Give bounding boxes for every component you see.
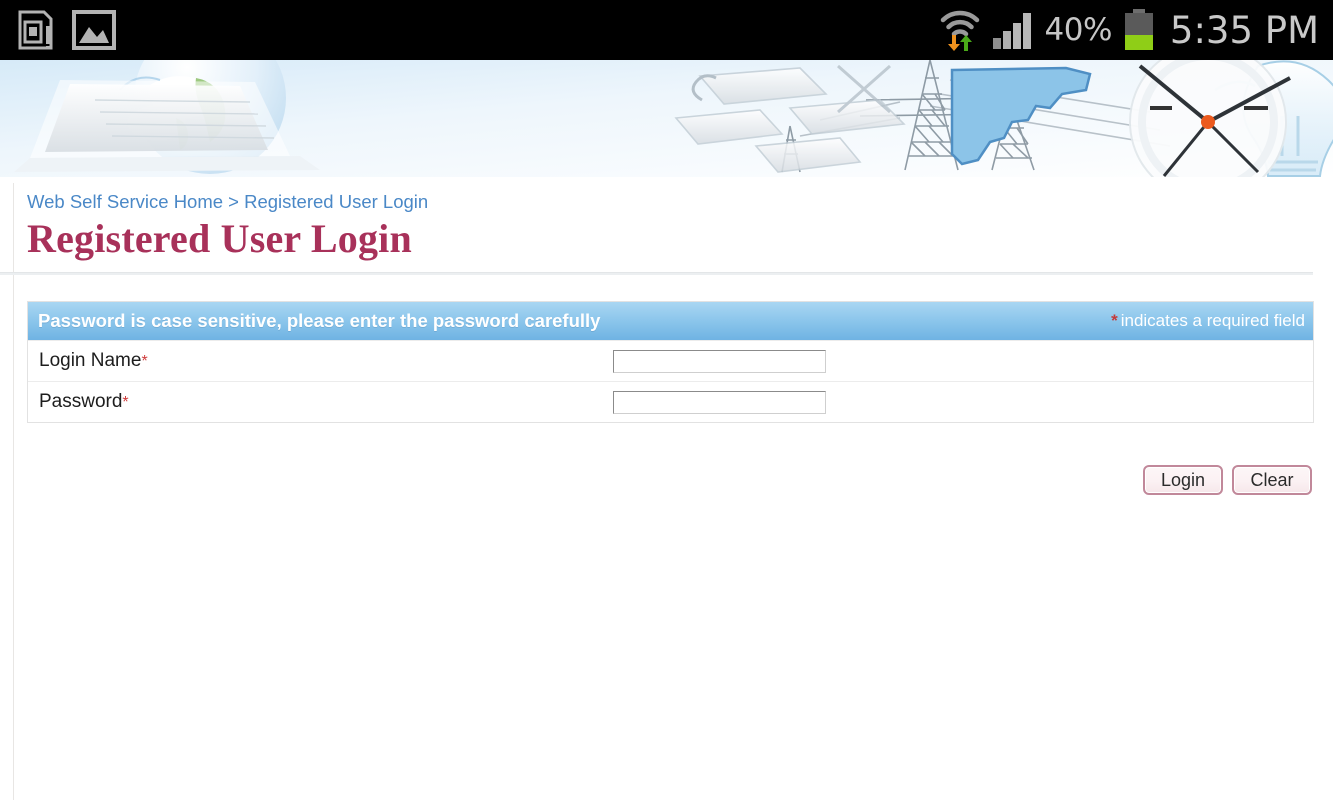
form-header-bar: Password is case sensitive, please enter…	[28, 302, 1313, 340]
login-name-label: Login Name*	[28, 350, 613, 372]
required-field-note: * indicates a required field	[1111, 311, 1307, 331]
form-row-password: Password*	[28, 381, 1313, 422]
banner-artwork	[0, 60, 1333, 177]
sim-card-icon	[18, 10, 53, 50]
password-input[interactable]	[613, 390, 826, 414]
page-content: Web Self Service Home > Registered User …	[0, 177, 1333, 800]
password-label: Password*	[28, 391, 613, 413]
required-asterisk: *	[1111, 311, 1118, 330]
battery-icon	[1124, 9, 1153, 50]
utility-services-banner	[0, 60, 1333, 177]
password-case-sensitive-message: Password is case sensitive, please enter…	[38, 310, 601, 331]
cellular-signal-icon	[992, 13, 1031, 49]
form-row-login-name: Login Name*	[28, 340, 1313, 381]
password-required-star: *	[122, 394, 129, 411]
login-name-input[interactable]	[613, 349, 826, 373]
android-status-bar: 40% 5:35 PM	[0, 0, 1333, 60]
title-divider	[0, 272, 1313, 275]
page-title: Registered User Login	[27, 216, 412, 261]
page-left-rule	[13, 183, 14, 800]
form-button-row: Login Clear	[27, 465, 1314, 495]
login-name-field-cell	[613, 349, 1313, 373]
password-field-cell	[613, 390, 1313, 414]
required-note-text: indicates a required field	[1120, 311, 1305, 330]
login-name-label-text: Login Name	[39, 350, 142, 371]
login-button[interactable]: Login	[1143, 465, 1223, 495]
login-name-required-star: *	[141, 353, 148, 370]
banner-clock	[1129, 60, 1291, 177]
status-bar-left-icons	[18, 10, 116, 50]
status-bar-right-icons: 40% 5:35 PM	[939, 8, 1319, 52]
breadcrumb[interactable]: Web Self Service Home > Registered User …	[27, 191, 428, 213]
clear-button[interactable]: Clear	[1232, 465, 1312, 495]
login-form-card: Password is case sensitive, please enter…	[27, 301, 1314, 423]
battery-percent-label: 40%	[1044, 12, 1113, 48]
gallery-image-icon	[72, 10, 116, 50]
status-bar-clock: 5:35 PM	[1169, 8, 1319, 52]
password-label-text: Password	[39, 391, 123, 412]
wifi-transfer-icon	[940, 10, 979, 51]
